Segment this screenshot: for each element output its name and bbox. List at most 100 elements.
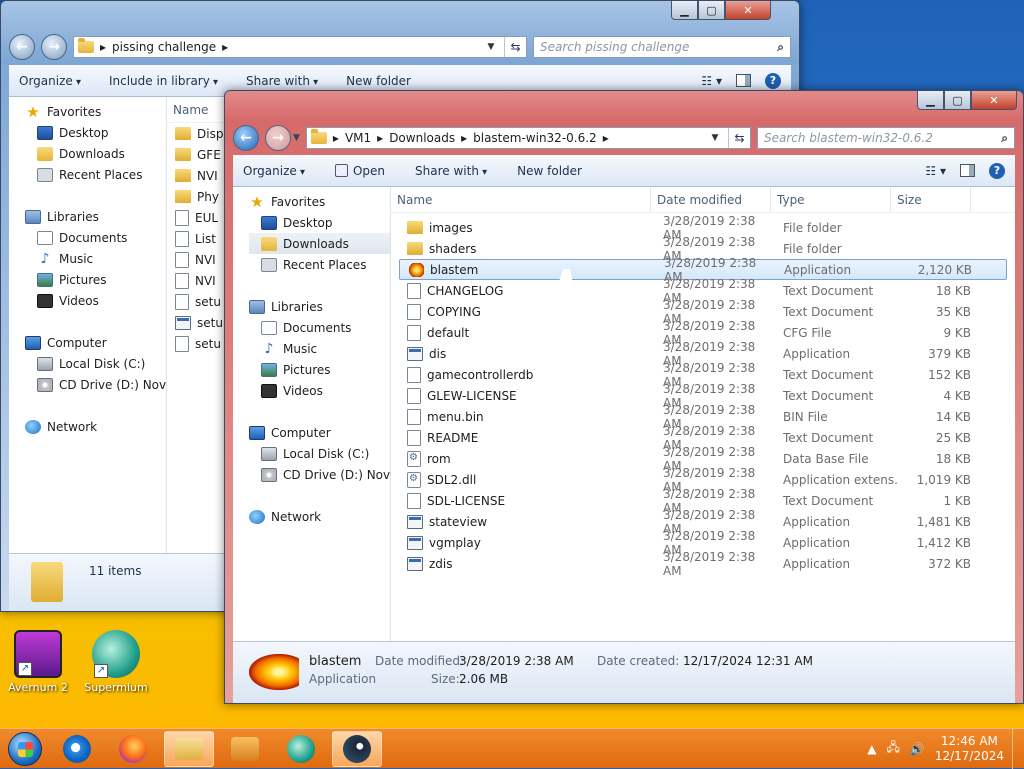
maximize-button[interactable]: ▢ [698,1,725,20]
organize-button[interactable]: Organize [243,164,305,178]
share-with-button[interactable]: Share with [415,164,487,178]
network-tray-icon[interactable]: 🖧 [886,738,899,759]
new-folder-button[interactable]: New folder [346,74,411,88]
breadcrumb-separator-icon: ▸ [222,40,229,54]
maximize-button[interactable]: ▢ [944,91,971,110]
start-button[interactable] [4,729,46,769]
details-size: 2.06 MB [459,672,509,686]
column-header-size[interactable]: Size [891,187,971,212]
downloads-icon [37,146,53,161]
nav-downloads[interactable]: Downloads [25,143,166,164]
nav-libraries[interactable]: Libraries [249,296,390,317]
file-type: File folder [783,220,842,235]
tray-expand-icon[interactable]: ▲ [867,742,876,756]
breadcrumb-segment[interactable]: VM1 [345,131,371,145]
nav-computer[interactable]: Computer [25,332,166,353]
show-desktop-button[interactable] [1012,728,1024,769]
nav-pictures[interactable]: Pictures [249,359,390,380]
app-file-icon [407,556,423,571]
app-file-icon [407,535,423,550]
column-header-date[interactable]: Date modified [651,187,771,212]
nav-videos[interactable]: Videos [249,380,390,401]
breadcrumb-segment[interactable]: pissing challenge [112,40,216,54]
taskbar-ie[interactable] [52,731,102,767]
recent-pages-dropdown-icon[interactable]: ▼ [293,133,300,143]
open-button[interactable]: Open [334,164,385,178]
file-name: images [429,220,473,235]
nav-videos[interactable]: Videos [25,290,166,311]
back-button[interactable]: ← [233,125,259,151]
refresh-icon[interactable]: ⇆ [728,128,750,148]
search-input[interactable]: Search pissing challenge ⌕ [533,36,791,58]
back-button[interactable]: ← [9,34,35,60]
address-bar[interactable]: ▸ VM1 ▸ Downloads ▸ blastem-win32-0.6.2 … [305,127,751,149]
view-options-icon[interactable]: ☷ ▾ [701,74,722,88]
taskbar-explorer[interactable] [164,730,214,767]
taskbar-steam[interactable] [332,730,382,767]
taskbar-supermium[interactable] [276,731,326,767]
pictures-icon [37,272,53,287]
file-date: 3/28/2019 2:38 AM [663,549,756,578]
minimize-button[interactable]: ▁ [917,91,944,110]
nav-local-disk[interactable]: Local Disk (C:) [249,443,390,464]
forward-button[interactable]: → [41,34,67,60]
help-icon[interactable]: ? [989,162,1005,179]
nav-favorites[interactable]: ★ Favorites [25,101,166,122]
network-icon [25,419,41,434]
nav-cd-drive[interactable]: CD Drive (D:) Novide [25,374,166,395]
column-header-name[interactable]: Name [391,187,651,212]
volume-icon[interactable]: 🔊 [910,742,925,756]
breadcrumb-segment[interactable]: Downloads [389,131,455,145]
table-row[interactable]: zdis 3/28/2019 2:38 AM Application 372 KB [399,550,1007,578]
nav-network[interactable]: Network [249,506,390,527]
nav-cd-drive[interactable]: CD Drive (D:) Novide [249,464,390,485]
nav-desktop[interactable]: Desktop [25,122,166,143]
address-dropdown-icon[interactable]: ▼ [484,42,498,52]
nav-network[interactable]: Network [25,416,166,437]
desktop-icon-avernum[interactable]: ↗ Avernum 2 [2,630,74,694]
nav-recent-places[interactable]: Recent Places [249,254,390,275]
address-dropdown-icon[interactable]: ▼ [708,133,722,143]
folder-file-icon [407,221,423,234]
nav-music[interactable]: ♪ Music [25,248,166,269]
nav-documents[interactable]: Documents [249,317,390,338]
videos-icon [37,293,53,308]
nav-libraries[interactable]: Libraries [25,206,166,227]
file-icon [175,293,189,310]
desktop-icon-supermium[interactable]: ↗ Supermium [80,630,152,694]
explorer-window-front[interactable]: ▁ ▢ ✕ ← → ▼ ▸ VM1 ▸ Downloads ▸ blastem-… [224,90,1024,704]
close-button[interactable]: ✕ [971,91,1017,110]
close-button[interactable]: ✕ [725,1,771,20]
preview-pane-icon[interactable] [736,74,751,87]
clock[interactable]: 12:46 AM 12/17/2024 [935,734,1004,764]
minimize-button[interactable]: ▁ [671,1,698,20]
details-type: Application [309,672,377,686]
nav-desktop[interactable]: Desktop [249,212,390,233]
preview-pane-icon[interactable] [960,164,975,177]
forward-button[interactable]: → [265,125,291,151]
column-header-type[interactable]: Type [771,187,891,212]
libraries-icon [25,209,41,224]
address-bar[interactable]: ▸ pissing challenge ▸ ▼ ⇆ [73,36,527,58]
search-input[interactable]: Search blastem-win32-0.6.2 ⌕ [757,127,1015,149]
view-options-icon[interactable]: ☷ ▾ [925,164,946,178]
nav-downloads[interactable]: Downloads [249,233,390,254]
refresh-icon[interactable]: ⇆ [504,37,526,57]
nav-local-disk[interactable]: Local Disk (C:) [25,353,166,374]
nav-computer[interactable]: Computer [249,422,390,443]
taskbar-media[interactable] [220,731,270,767]
nav-pictures[interactable]: Pictures [25,269,166,290]
help-icon[interactable]: ? [765,72,781,89]
breadcrumb-segment[interactable]: blastem-win32-0.6.2 [473,131,597,145]
nav-favorites[interactable]: ★ Favorites [249,191,390,212]
internet-explorer-icon [63,734,91,763]
taskbar-firefox[interactable] [108,731,158,767]
share-with-button[interactable]: Share with [246,74,318,88]
nav-recent-places[interactable]: Recent Places [25,164,166,185]
explorer-icon [175,737,203,760]
organize-button[interactable]: Organize [19,74,81,88]
new-folder-button[interactable]: New folder [517,164,582,178]
nav-music[interactable]: ♪ Music [249,338,390,359]
nav-documents[interactable]: Documents [25,227,166,248]
include-in-library-button[interactable]: Include in library [109,74,218,88]
